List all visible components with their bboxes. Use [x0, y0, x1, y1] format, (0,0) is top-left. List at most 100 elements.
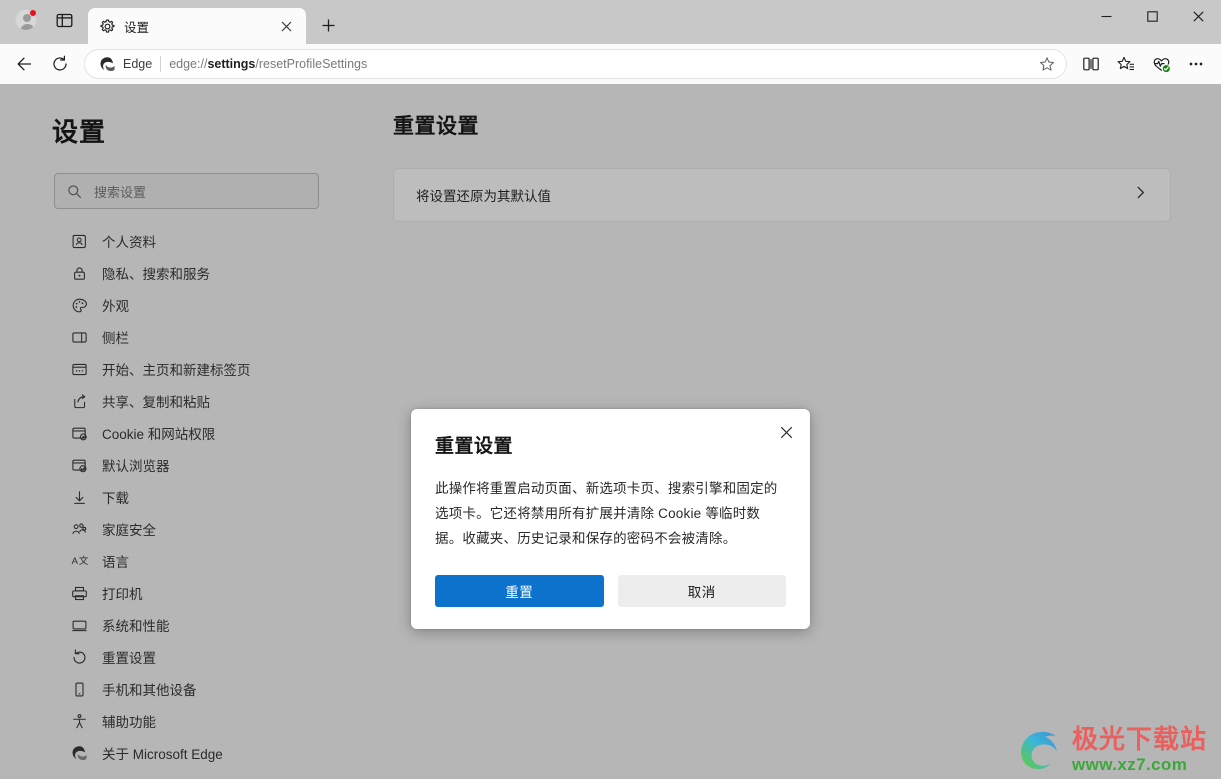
sidebar-item-label: 打印机 — [102, 587, 143, 602]
sidebar-item-label: 外观 — [102, 299, 129, 314]
split-screen-button[interactable] — [1074, 48, 1108, 80]
omnibox-divider — [160, 56, 162, 72]
settings-nav-list: 个人资料 隐私、搜索和服务 外观 侧栏 开始、主页和新建标签页 共享、复制和粘贴… — [0, 225, 345, 769]
startpage-icon — [70, 360, 88, 378]
tab-close-button[interactable] — [274, 14, 298, 38]
reset-button[interactable]: 重置 — [435, 575, 604, 607]
sidebar-item-label: 辅助功能 — [102, 715, 156, 730]
tab-actions-icon — [56, 13, 72, 27]
restore-defaults-row[interactable]: 将设置还原为其默认值 — [393, 168, 1171, 222]
sidebar-item-start-home-newtab[interactable]: 开始、主页和新建标签页 — [0, 353, 345, 385]
reload-icon — [53, 55, 67, 71]
edge-brand-badge: Edge — [99, 56, 152, 73]
dialog-actions: 重置 取消 — [435, 575, 786, 607]
system-icon — [70, 616, 88, 634]
profile-notification-badge — [29, 9, 37, 17]
printer-icon — [70, 584, 88, 602]
window-controls — [1083, 0, 1221, 33]
accessibility-icon — [70, 712, 88, 730]
split-screen-icon — [1083, 57, 1099, 71]
sidebar-item-system-performance[interactable]: 系统和性能 — [0, 609, 345, 641]
sidebar-item-default-browser[interactable]: 默认浏览器 — [0, 449, 345, 481]
back-button[interactable] — [8, 48, 42, 80]
svg-text:文: 文 — [78, 554, 87, 566]
sidebar-item-label: 系统和性能 — [102, 619, 170, 634]
window-close-button[interactable] — [1175, 0, 1221, 33]
sidebar-icon — [70, 328, 88, 346]
browser-essentials-button[interactable] — [1144, 48, 1178, 80]
sidebar-item-reset-settings[interactable]: 重置设置 — [0, 641, 345, 673]
sidebar-item-printers[interactable]: 打印机 — [0, 577, 345, 609]
search-icon — [68, 184, 81, 198]
maximize-button[interactable] — [1129, 0, 1175, 33]
browser-essentials-icon — [1153, 57, 1171, 73]
language-icon: A 文 — [70, 552, 88, 570]
search-settings-input[interactable]: 搜索设置 — [54, 173, 319, 209]
new-tab-button[interactable] — [312, 9, 344, 41]
gear-icon — [100, 18, 115, 33]
sidebar-item-label: Cookie 和网站权限 — [102, 427, 216, 442]
sidebar-item-label: 手机和其他设备 — [102, 683, 197, 698]
sidebar-item-phone-other-devices[interactable]: 手机和其他设备 — [0, 673, 345, 705]
edge-logo-icon — [70, 744, 88, 762]
sidebar-item-appearance[interactable]: 外观 — [0, 289, 345, 321]
sidebar-item-label: 隐私、搜索和服务 — [102, 267, 210, 282]
minimize-button[interactable] — [1083, 0, 1129, 33]
sidebar-item-label: 开始、主页和新建标签页 — [102, 363, 251, 378]
sidebar-item-label: 重置设置 — [102, 651, 156, 666]
sidebar-item-label: 默认浏览器 — [102, 459, 170, 474]
sidebar-item-about-edge[interactable]: 关于 Microsoft Edge — [0, 737, 345, 769]
profile-icon — [70, 232, 88, 250]
tab-settings[interactable]: 设置 — [88, 8, 306, 44]
cancel-button[interactable]: 取消 — [617, 575, 786, 607]
sidebar-item-profile[interactable]: 个人资料 — [0, 225, 345, 257]
sidebar-item-label: 语言 — [102, 555, 129, 570]
sidebar-item-label: 共享、复制和粘贴 — [102, 395, 210, 410]
sidebar-item-label: 下载 — [102, 491, 129, 506]
sidebar-item-accessibility[interactable]: 辅助功能 — [0, 705, 345, 737]
url-text: edge://settings/resetProfileSettings — [169, 57, 1024, 71]
close-icon — [1192, 11, 1204, 22]
tabstrip-left-controls — [8, 0, 82, 44]
dialog-close-button[interactable] — [772, 418, 800, 446]
maximize-icon — [1146, 11, 1158, 22]
settings-and-more-button[interactable] — [1179, 48, 1213, 80]
reset-settings-dialog: 重置设置 此操作将重置启动页面、新选项卡页、搜索引擎和固定的选项卡。它还将禁用所… — [411, 409, 810, 629]
reload-button[interactable] — [43, 48, 77, 80]
add-favorite-button[interactable] — [1032, 51, 1062, 77]
dialog-body-text: 此操作将重置启动页面、新选项卡页、搜索引擎和固定的选项卡。它还将禁用所有扩展并清… — [435, 481, 778, 546]
close-icon — [281, 21, 291, 31]
address-bar[interactable]: Edge edge://settings/resetProfileSetting… — [84, 49, 1067, 79]
collections-button[interactable] — [1109, 48, 1143, 80]
sidebar-item-languages[interactable]: A 文 语言 — [0, 545, 345, 577]
ellipsis-icon — [1189, 62, 1203, 66]
sidebar-item-sidebar[interactable]: 侧栏 — [0, 321, 345, 353]
browser-window: 设置 Edge edge://settings/resetProfileSett… — [0, 0, 1221, 779]
minimize-icon — [1101, 15, 1111, 18]
chevron-right-icon — [1133, 185, 1148, 205]
sidebar-item-privacy[interactable]: 隐私、搜索和服务 — [0, 257, 345, 289]
tab-actions-button[interactable] — [46, 2, 82, 38]
sidebar-item-label: 个人资料 — [102, 235, 156, 250]
sidebar-item-downloads[interactable]: 下载 — [0, 481, 345, 513]
phone-icon — [70, 680, 88, 698]
sidebar-item-share-copy-paste[interactable]: 共享、复制和粘贴 — [0, 385, 345, 417]
cookie-icon — [70, 424, 88, 442]
share-icon — [70, 392, 88, 410]
search-placeholder: 搜索设置 — [94, 184, 147, 200]
back-arrow-icon — [17, 57, 31, 71]
sidebar-item-family-safety[interactable]: 家庭安全 — [0, 513, 345, 545]
svg-text:A: A — [71, 555, 78, 566]
edge-brand-label: Edge — [123, 57, 153, 71]
close-icon — [780, 426, 792, 438]
profile-button[interactable] — [8, 2, 44, 38]
dialog-title: 重置设置 — [435, 436, 514, 457]
title-bar: 设置 — [0, 0, 1221, 44]
lock-icon — [70, 264, 88, 282]
plus-icon — [322, 19, 334, 31]
restore-defaults-label: 将设置还原为其默认值 — [416, 189, 551, 204]
edge-logo-icon — [100, 56, 115, 71]
content-title: 重置设置 — [393, 115, 479, 138]
tab-title: 设置 — [124, 20, 150, 35]
sidebar-item-cookies[interactable]: Cookie 和网站权限 — [0, 417, 345, 449]
